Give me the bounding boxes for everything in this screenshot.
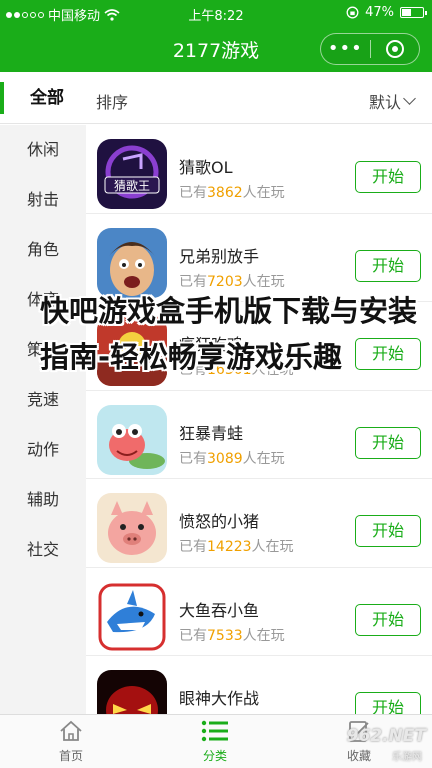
overlay-headline: 快吧游戏盒手机版下载与安装指南-轻松畅享游戏乐趣: [40, 294, 418, 374]
list-item: 猜歌王 猜歌OL 已有3862人在玩 开始: [86, 125, 432, 214]
red-eyes-icon[interactable]: [97, 670, 167, 714]
count-prefix: 已有: [179, 185, 207, 201]
count-prefix: 已有: [179, 539, 207, 555]
sidebar-item-racing[interactable]: 竞速: [0, 375, 86, 425]
count-number: 3089: [207, 450, 243, 467]
tab-all[interactable]: 全部: [0, 82, 64, 114]
tab-home-label: 首页: [58, 749, 83, 763]
game-list: 猜歌王 猜歌OL 已有3862人在玩 开始 兄弟别放手 已有7203人在玩 开始: [86, 125, 432, 714]
count-suffix: 人在玩: [251, 539, 294, 555]
status-bar: 中国移动 上午8:22 47%: [0, 0, 432, 26]
player-count: 已有14223人在玩: [179, 536, 294, 556]
tab-home[interactable]: 首页: [26, 719, 116, 764]
game-name: 大鱼吞小鱼: [179, 600, 260, 620]
start-button[interactable]: 开始: [355, 426, 421, 459]
player-count: 已有7533人在玩: [179, 625, 285, 645]
count-number: 7533: [207, 627, 243, 644]
title-bar: 2177游戏 •••: [0, 26, 432, 72]
cai-ge-wang-icon[interactable]: 猜歌王: [97, 139, 167, 209]
sidebar-item-social[interactable]: 社交: [0, 525, 86, 575]
chevron-down-icon: [403, 91, 416, 105]
count-number: 14223: [207, 539, 252, 555]
menu-capsule: •••: [320, 33, 420, 65]
list-item: 眼神大作战 已有 开始: [86, 656, 432, 714]
start-button[interactable]: 开始: [355, 692, 421, 714]
game-name: 猜歌OL: [179, 158, 233, 177]
rotation-lock-icon: [346, 6, 359, 19]
player-count: 已有3862人在玩: [179, 182, 285, 202]
count-number: 3862: [207, 185, 243, 201]
start-button[interactable]: 开始: [355, 515, 421, 547]
count-prefix: 已有: [179, 627, 207, 644]
game-name: 兄弟别放手: [179, 246, 260, 266]
sidebar-item-assist[interactable]: 辅助: [0, 475, 86, 525]
cartoon-face-icon[interactable]: [97, 227, 167, 298]
count-suffix: 人在玩: [242, 450, 285, 467]
start-button[interactable]: 开始: [355, 161, 421, 193]
watermark-logo: 962.NET 乐游网: [346, 724, 426, 764]
close-circle-icon: [385, 40, 404, 58]
home-icon: [60, 720, 82, 741]
game-name: 狂暴青蛙: [179, 423, 244, 443]
more-button[interactable]: •••: [321, 34, 370, 64]
count-suffix: 人在玩: [242, 627, 285, 644]
start-button[interactable]: 开始: [355, 603, 421, 636]
shark-icon[interactable]: [97, 581, 167, 652]
start-button[interactable]: 开始: [355, 249, 421, 282]
frog-icon[interactable]: [97, 404, 167, 475]
list-item: 大鱼吞小鱼 已有7533人在玩 开始: [86, 568, 432, 656]
close-button[interactable]: [370, 40, 419, 58]
list-item: 狂暴青蛙 已有3089人在玩 开始: [86, 391, 432, 479]
category-sidebar: 休闲 射击 角色 体育 策略 竞速 动作 辅助 社交: [0, 125, 86, 714]
tab-category-label: 分类: [202, 749, 227, 763]
filter-bar: 全部 排序 默认: [0, 72, 432, 124]
pig-icon[interactable]: [97, 493, 167, 563]
tab-sort[interactable]: 排序: [96, 89, 128, 113]
player-count: 已有3089人在玩: [179, 448, 285, 468]
sidebar-item-shooting[interactable]: 射击: [0, 175, 86, 225]
sort-default-label: 默认: [368, 93, 401, 112]
game-name: 眼神大作战: [179, 689, 260, 708]
list-icon: [201, 720, 228, 742]
battery-percent: 47%: [365, 5, 394, 20]
game-name: 愤怒的小猪: [179, 512, 260, 531]
list-item: 愤怒的小猪 已有14223人在玩 开始: [86, 479, 432, 568]
count-suffix: 人在玩: [242, 185, 285, 201]
sidebar-item-action[interactable]: 动作: [0, 425, 86, 475]
tab-category[interactable]: 分类: [170, 719, 260, 764]
watermark-subtext: 乐游网: [392, 752, 422, 763]
battery-icon: [400, 7, 427, 18]
sidebar-item-casual[interactable]: 休闲: [0, 125, 86, 175]
sort-default-dropdown[interactable]: 默认: [368, 89, 416, 113]
count-prefix: 已有: [179, 450, 207, 467]
icon-caption: 猜歌王: [114, 178, 150, 193]
sidebar-item-role[interactable]: 角色: [0, 225, 86, 275]
watermark-text: 962.NET: [346, 726, 426, 746]
